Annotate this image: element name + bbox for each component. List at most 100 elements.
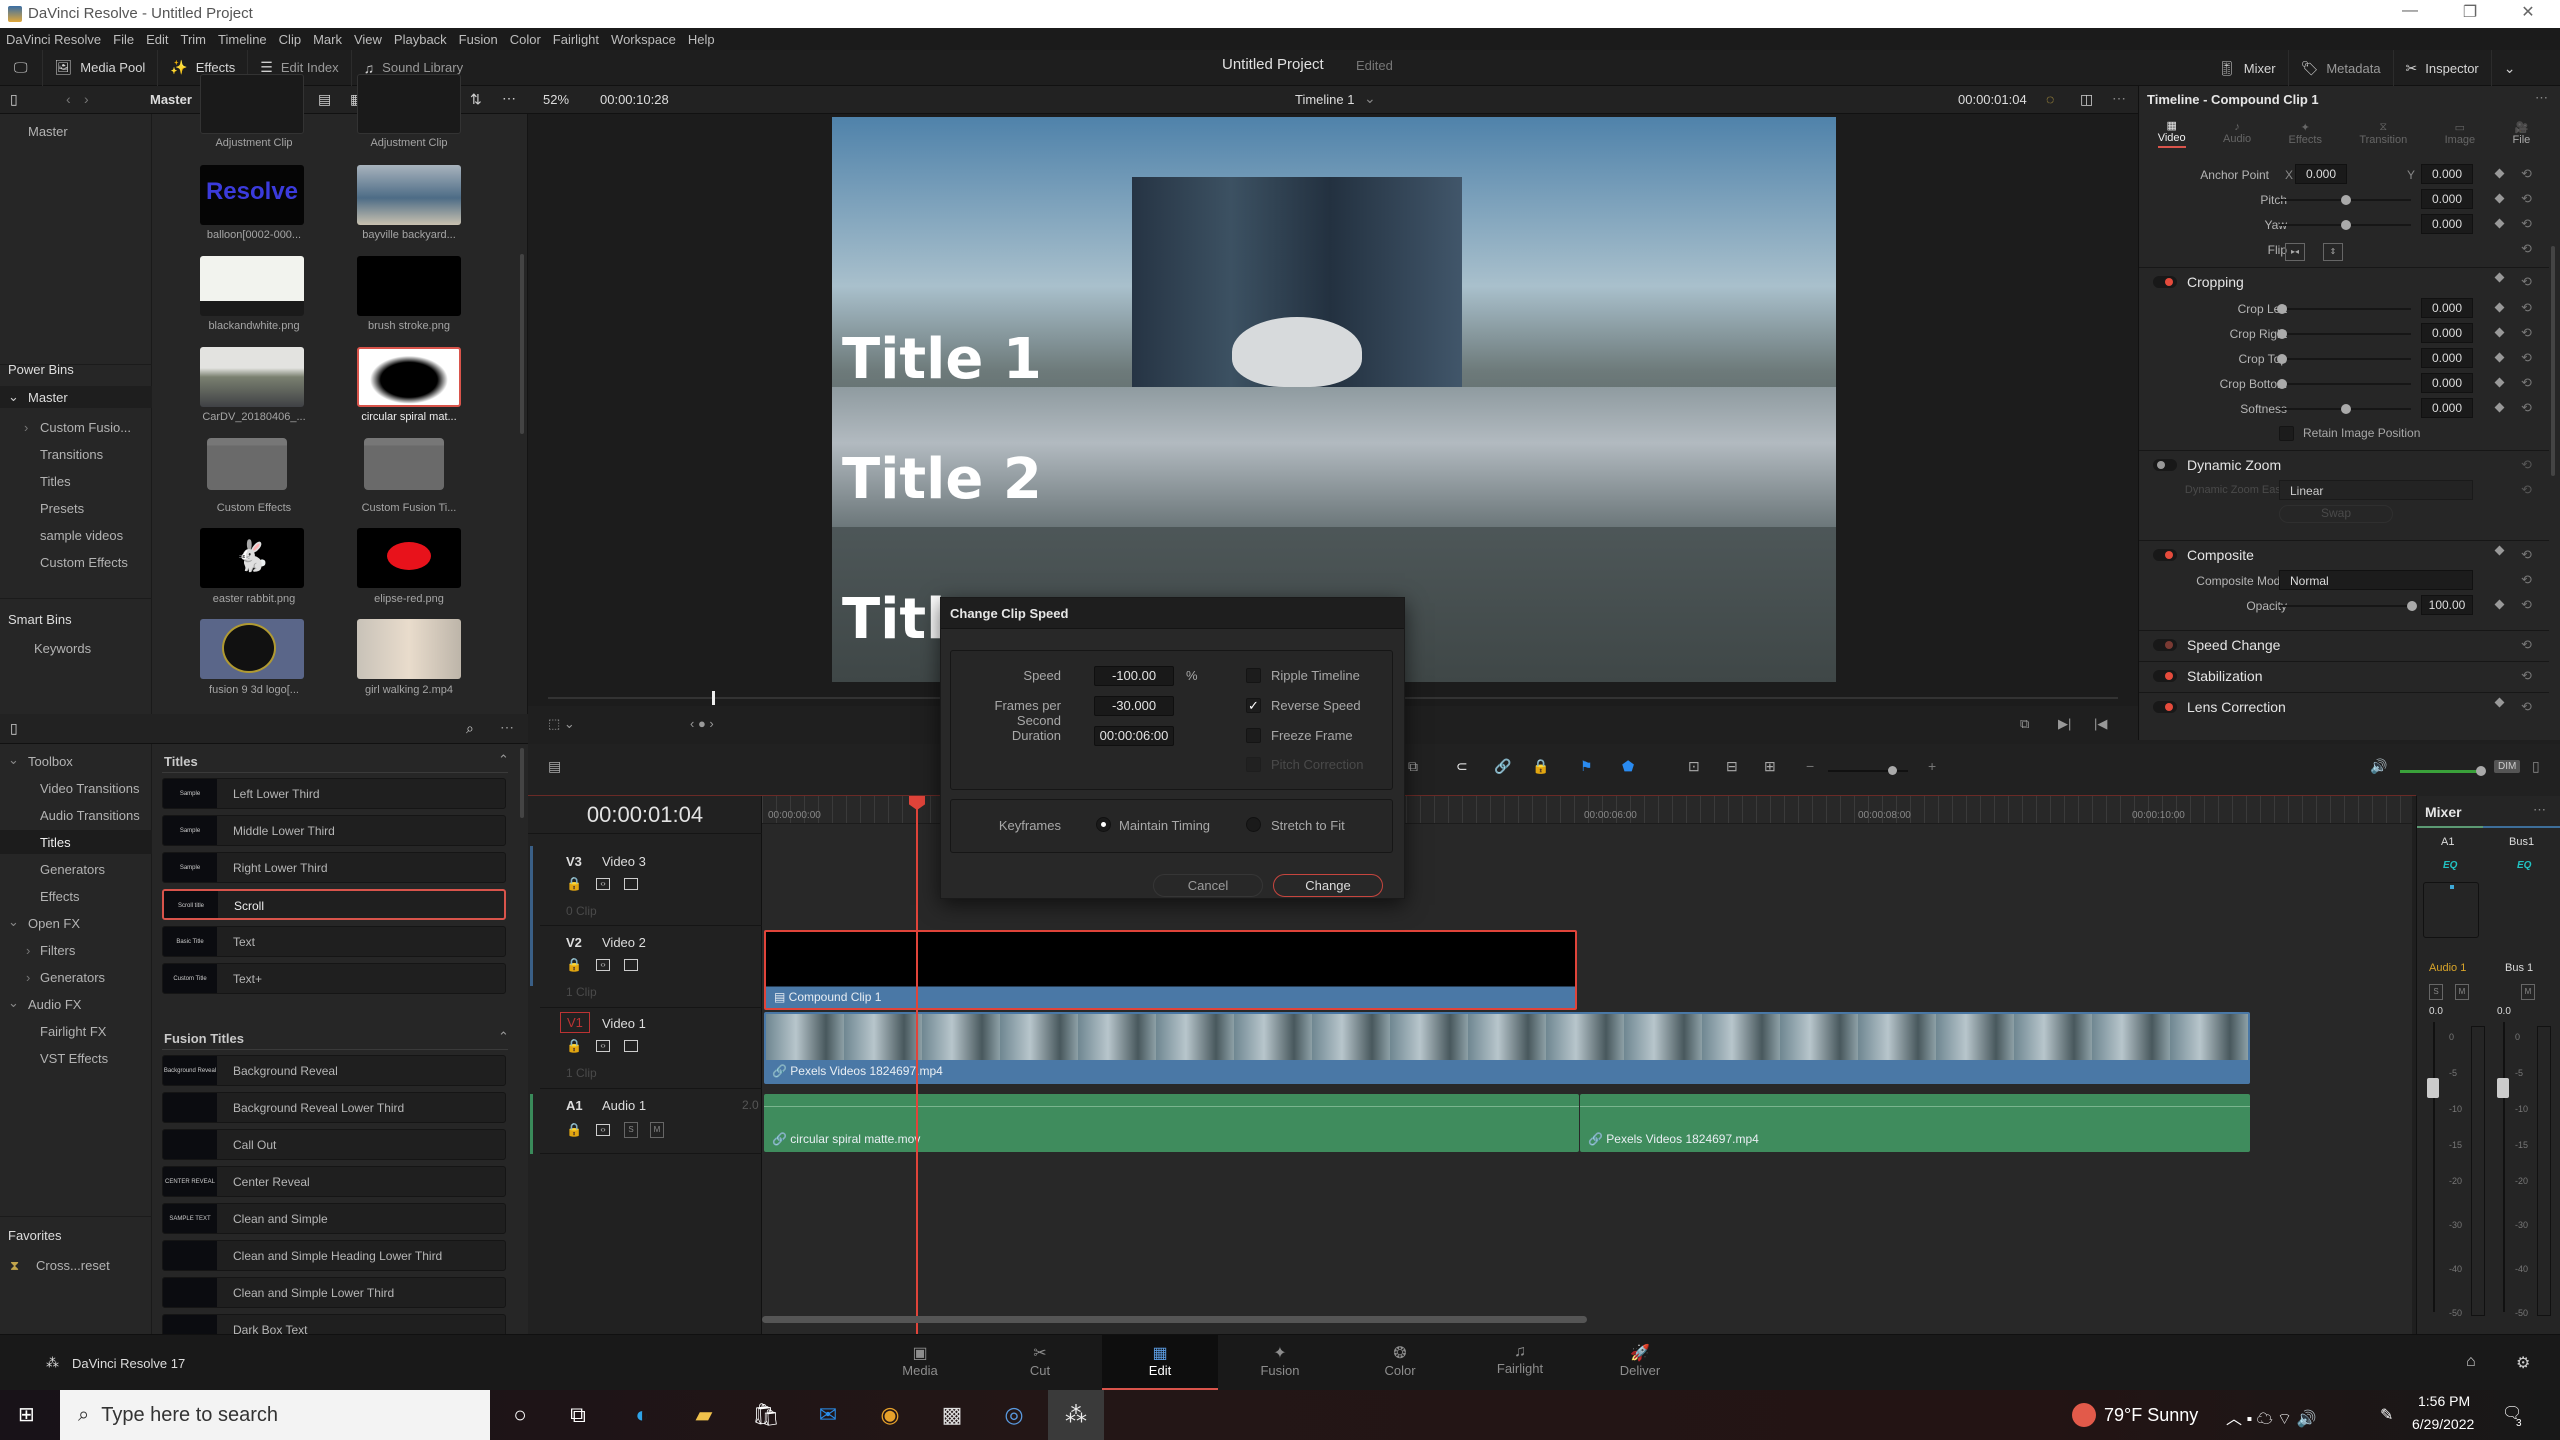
speed-input[interactable]: -100.00: [1094, 666, 1174, 686]
tree-titles-selected[interactable]: [0, 830, 152, 854]
flip-vertical-icon[interactable]: ⇕: [2323, 243, 2343, 261]
sort-icon[interactable]: ⇅: [470, 91, 482, 108]
menu-trim[interactable]: Trim: [181, 32, 207, 47]
tree-generators[interactable]: Generators: [40, 862, 105, 877]
color-viewer-icon[interactable]: ◌: [2046, 91, 2054, 107]
pan-control[interactable]: [2423, 882, 2479, 938]
edge-icon[interactable]: ◐: [614, 1390, 670, 1440]
inspector-options-icon[interactable]: ⋯: [2535, 90, 2548, 106]
store-icon[interactable]: 🛍: [738, 1390, 794, 1440]
bin-sample-videos[interactable]: sample videos: [40, 528, 123, 543]
anchor-y-field[interactable]: 0.000: [2421, 164, 2473, 184]
dynamic-zoom-ease-select[interactable]: Linear: [2279, 480, 2473, 500]
keyframe-icon[interactable]: [2494, 402, 2505, 413]
bin-presets[interactable]: Presets: [40, 501, 84, 516]
media-clip[interactable]: [200, 347, 304, 407]
eq-button-bus1[interactable]: EQ: [2517, 860, 2531, 871]
bin-master[interactable]: Master: [28, 124, 68, 139]
change-button[interactable]: Change: [1273, 874, 1383, 897]
tree-vst-effects[interactable]: VST Effects: [40, 1051, 108, 1066]
forward-arrow-icon[interactable]: ›: [84, 91, 89, 107]
auto-select-icon[interactable]: ‹›: [596, 878, 610, 890]
media-clip[interactable]: [200, 74, 304, 134]
tree-filters[interactable]: Filters: [40, 943, 75, 958]
media-clip[interactable]: 🐇: [200, 528, 304, 588]
lock-icon[interactable]: 🔒: [566, 1038, 582, 1054]
effect-item[interactable]: Scroll title Scroll: [162, 889, 506, 920]
dual-viewer-icon[interactable]: ◫: [2080, 91, 2093, 108]
panel-toggle-icon[interactable]: ▯: [10, 91, 18, 108]
reset-icon[interactable]: ⟲: [2521, 457, 2532, 473]
zoom-in-icon[interactable]: +: [1928, 758, 1936, 774]
crop-top-slider[interactable]: [2277, 354, 2411, 364]
reset-icon[interactable]: ⟲: [2521, 241, 2532, 257]
effect-item[interactable]: Dark Box Text: [162, 1314, 506, 1334]
marker-icon[interactable]: ⬟: [1622, 758, 1634, 775]
keyframe-icon[interactable]: [2494, 697, 2505, 708]
metadata-button[interactable]: 🏷 Metadata: [2289, 50, 2394, 86]
cropping-section-header[interactable]: Cropping ⟲: [2139, 267, 2549, 295]
viewer-options-icon[interactable]: ⋯: [2112, 90, 2126, 107]
tree-open-fx[interactable]: Open FX: [28, 916, 80, 931]
composite-section-header[interactable]: Composite ⟲: [2139, 540, 2549, 568]
reset-icon[interactable]: ⟲: [2521, 350, 2532, 366]
keyframe-icon[interactable]: [2494, 327, 2505, 338]
media-clip[interactable]: Resolve: [200, 165, 304, 225]
mute-button[interactable]: M: [2455, 984, 2469, 1000]
keyframe-icon[interactable]: [2494, 352, 2505, 363]
fader-bus1[interactable]: [2497, 1078, 2509, 1098]
flip-horizontal-icon[interactable]: ▸◂: [2285, 243, 2305, 261]
menu-fusion[interactable]: Fusion: [459, 32, 498, 47]
tab-transition[interactable]: ⧖ Transition: [2359, 121, 2407, 146]
solo-button[interactable]: S: [624, 1122, 638, 1138]
folder-icon[interactable]: [364, 438, 444, 490]
reset-icon[interactable]: ⟲: [2521, 400, 2532, 416]
menu-davinci-resolve[interactable]: DaVinci Resolve: [6, 32, 101, 47]
mixer-button[interactable]: 🎚 Mixer: [2206, 50, 2289, 86]
tree-audio-transitions[interactable]: Audio Transitions: [40, 808, 140, 823]
freeze-frame-checkbox[interactable]: [1246, 728, 1261, 743]
reset-icon[interactable]: ⟲: [2521, 300, 2532, 316]
lens-correction-section-header[interactable]: Lens Correction ⟲: [2139, 692, 2549, 720]
restore-button[interactable]: ❐: [2440, 2, 2500, 22]
minimize-button[interactable]: —: [2380, 2, 2440, 20]
tab-video[interactable]: ▦ Video: [2157, 119, 2186, 148]
reset-icon[interactable]: ⟲: [2521, 216, 2532, 232]
crop-right-field[interactable]: 0.000: [2421, 323, 2473, 343]
pitch-slider[interactable]: [2279, 195, 2411, 205]
media-clip[interactable]: [357, 256, 461, 316]
flag-icon[interactable]: ⚑: [1580, 758, 1593, 775]
reset-icon[interactable]: ⟲: [2521, 699, 2532, 715]
reset-icon[interactable]: ⟲: [2521, 547, 2532, 563]
task-view-icon[interactable]: ⧉: [550, 1390, 606, 1440]
windows-start-icon[interactable]: ⊞: [18, 1402, 35, 1427]
weather-text[interactable]: 79°F Sunny: [2104, 1405, 2198, 1426]
reverse-speed-checkbox[interactable]: ✓: [1246, 698, 1261, 713]
tab-image[interactable]: ▭ Image: [2445, 121, 2476, 146]
tree-toolbox[interactable]: Toolbox: [28, 754, 73, 769]
menu-view[interactable]: View: [354, 32, 382, 47]
keyframe-icon[interactable]: [2494, 377, 2505, 388]
track-header-v3[interactable]: V3 Video 3 🔒 ‹› 0 Clip: [540, 846, 762, 926]
inspector-button[interactable]: ✂ Inspector: [2394, 50, 2492, 86]
workspace-layout-button[interactable]: 🖵: [0, 49, 43, 86]
reset-icon[interactable]: ⟲: [2521, 482, 2532, 498]
effect-item[interactable]: Sample Middle Lower Third: [162, 815, 506, 846]
cortana-icon[interactable]: ○: [492, 1390, 548, 1440]
media-pool-scrollbar[interactable]: [520, 254, 524, 434]
media-clip[interactable]: [357, 165, 461, 225]
bin-transitions[interactable]: Transitions: [40, 447, 103, 462]
keyframe-icon[interactable]: [2494, 272, 2505, 283]
reset-icon[interactable]: ⟲: [2521, 191, 2532, 207]
reset-icon[interactable]: ⟲: [2521, 166, 2532, 182]
tab-effects[interactable]: ✦ Effects: [2289, 121, 2322, 146]
media-clip-selected[interactable]: [357, 347, 461, 407]
menu-clip[interactable]: Clip: [279, 32, 301, 47]
anchor-x-field[interactable]: 0.000: [2295, 164, 2347, 184]
auto-select-icon[interactable]: ‹›: [596, 959, 610, 971]
page-color[interactable]: ❂ Color: [1342, 1335, 1458, 1391]
next-frame-icon[interactable]: ▶|: [2058, 716, 2071, 732]
prev-frame-icon[interactable]: |◀: [2094, 716, 2107, 732]
tree-audio-fx[interactable]: Audio FX: [28, 997, 81, 1012]
close-button[interactable]: ✕: [2498, 2, 2558, 22]
